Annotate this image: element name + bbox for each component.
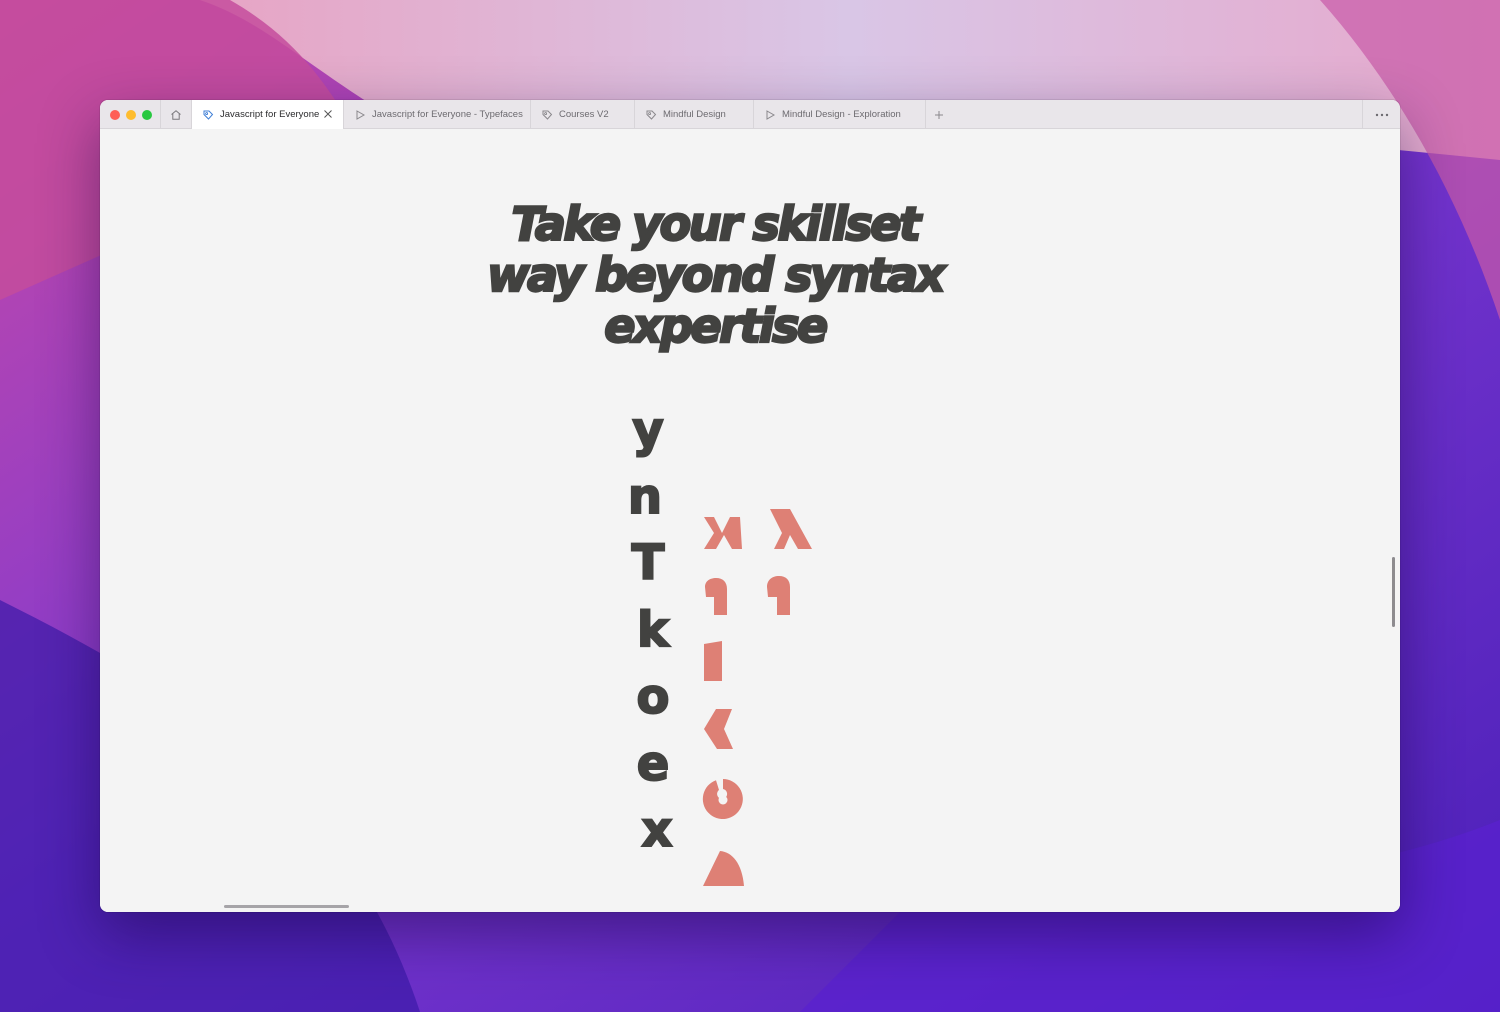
zoom-window-button[interactable] [142,110,152,120]
page-content: Take your skillset way beyond syntax exp… [100,129,1400,912]
tab-javascript-for-everyone[interactable]: Javascript for Everyone [191,100,343,129]
glyph-T: T [631,535,666,591]
glyph-fragment-n-right [767,576,790,615]
tab-label: Mindful Design [663,109,726,120]
tab-courses-v2[interactable]: Courses V2 [530,100,634,129]
tab-mindful-design[interactable]: Mindful Design [634,100,753,129]
home-button[interactable] [160,100,191,129]
glyph-x: x [641,802,674,858]
tab-label: Courses V2 [559,109,609,120]
close-window-button[interactable] [110,110,120,120]
new-tab-button[interactable] [926,100,952,129]
minimize-window-button[interactable] [126,110,136,120]
glyph-decomposition-grid: y n T k o e x [100,129,1400,912]
glyph-fragment-y-arm [770,509,812,549]
tab-label: Javascript for Everyone - Typefaces [372,109,523,120]
glyph-e: e [636,736,671,792]
horizontal-scrollbar[interactable] [224,905,349,908]
glyph-fragment-y-part [704,517,742,549]
window-controls [110,110,152,120]
tab-label: Javascript for Everyone [220,109,320,120]
play-icon [764,109,776,121]
tab-label: Mindful Design - Exploration [782,109,901,120]
glyph-y: y [631,402,664,458]
vertical-scrollbar[interactable] [1392,557,1395,627]
tab-mindful-design-exploration[interactable]: Mindful Design - Exploration [753,100,925,129]
more-options-button[interactable] [1362,100,1400,129]
glyph-n: n [627,469,663,525]
tab-bar: Javascript for Everyone Javascript for E… [100,100,1400,129]
home-icon [171,109,181,120]
ellipsis-icon [1375,113,1388,116]
glyph-fragment-k-arm [704,709,733,749]
glyph-k: k [636,602,670,658]
course-tag-icon [202,109,214,121]
plus-icon [935,110,943,119]
course-tag-icon [541,109,553,121]
tab-javascript-for-everyone-typefaces[interactable]: Javascript for Everyone - Typefaces [343,100,530,129]
glyph-fragment-o-bowl [702,779,743,819]
glyph-fragment-T-stem [704,641,722,681]
glyph-fragment-n-left [705,578,727,615]
glyph-o: o [636,669,671,725]
course-tag-icon [645,109,657,121]
close-icon[interactable] [323,109,333,119]
glyph-fragment-e-top [703,851,744,886]
browser-window: Javascript for Everyone Javascript for E… [100,100,1400,912]
play-icon [354,109,366,121]
